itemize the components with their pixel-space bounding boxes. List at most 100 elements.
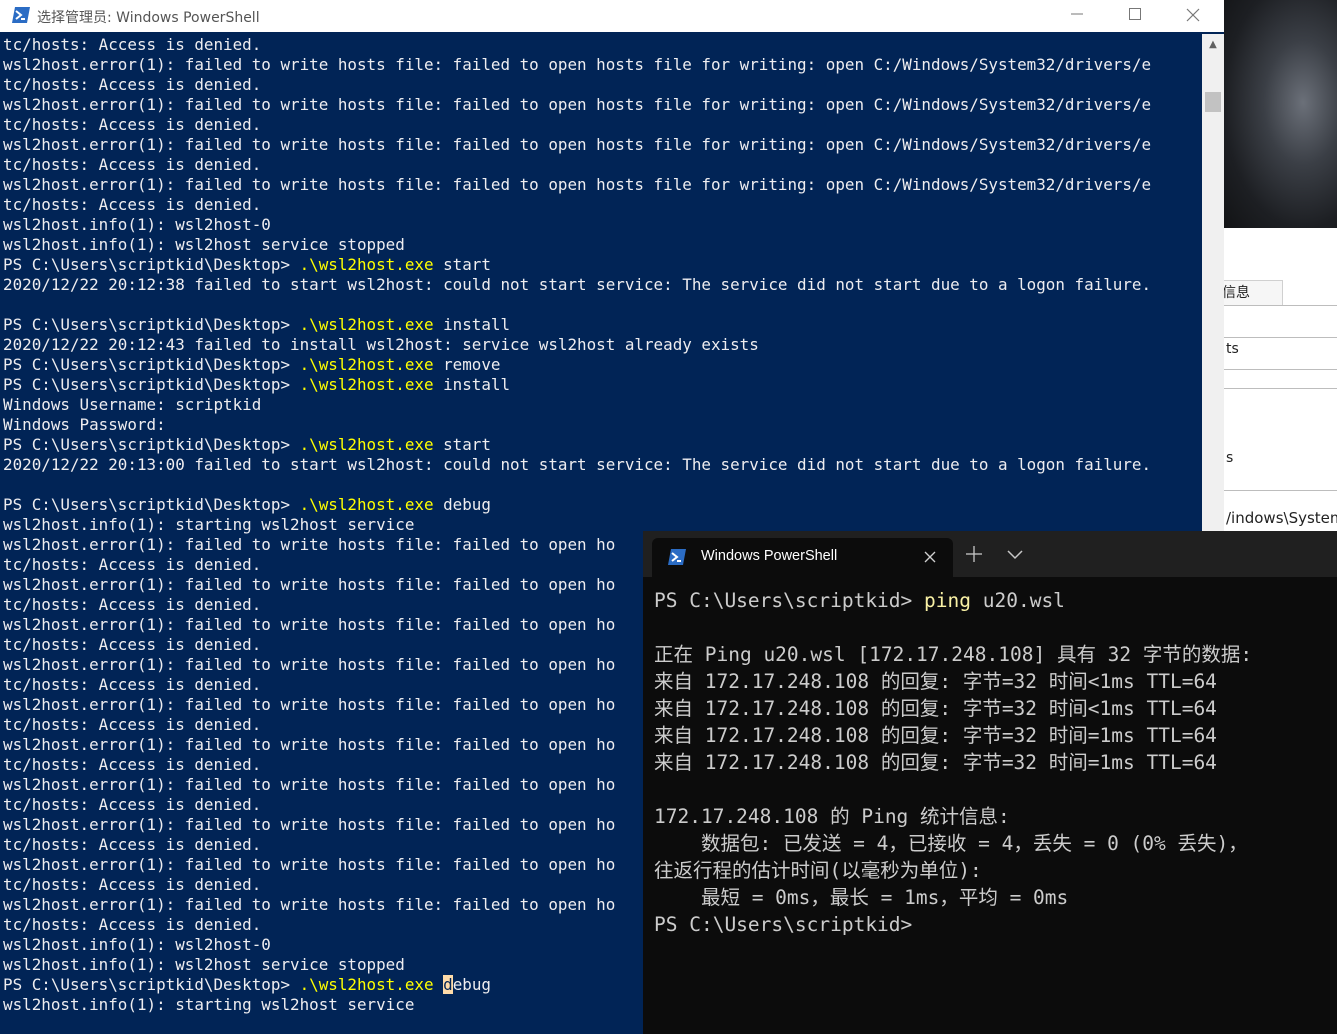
console-line: tc/hosts: Access is denied.: [3, 35, 261, 55]
console-line: wsl2host.info(1): wsl2host-0: [3, 215, 271, 235]
background-text-fragment: /indows\System: [1226, 509, 1337, 527]
windows-terminal-window: Windows PowerShell PS C:\Users\scriptkid…: [643, 531, 1337, 1034]
terminal-tab[interactable]: Windows PowerShell: [652, 538, 953, 577]
console-line: wsl2host.info(1): wsl2host service stopp…: [3, 955, 405, 975]
terminal-text: 来自 172.17.248.108 的回复: 字节=32 时间<1ms TTL=…: [654, 697, 1217, 720]
console-text: wsl2host.error(1): failed to write hosts…: [3, 135, 1152, 154]
console-line: PS C:\Users\scriptkid\Desktop> .\wsl2hos…: [3, 435, 491, 455]
console-text: wsl2host.info(1): wsl2host-0: [3, 215, 271, 234]
terminal-line: 来自 172.17.248.108 的回复: 字节=32 时间<1ms TTL=…: [654, 695, 1217, 722]
console-text: start: [433, 435, 491, 454]
close-tab-icon[interactable]: [922, 549, 938, 565]
console-text: tc/hosts: Access is denied.: [3, 35, 262, 54]
console-line: wsl2host.error(1): failed to write hosts…: [3, 55, 1151, 75]
console-text: PS C:\Users\scriptkid\Desktop>: [3, 975, 300, 994]
console-line: tc/hosts: Access is denied.: [3, 835, 261, 855]
background-tab[interactable]: 信息: [1224, 280, 1283, 306]
console-text: tc/hosts: Access is denied.: [3, 715, 262, 734]
console-line: wsl2host.error(1): failed to write hosts…: [3, 815, 615, 835]
console-line: wsl2host.info(1): wsl2host-0: [3, 935, 271, 955]
terminal-line: 172.17.248.108 的 Ping 统计信息:: [654, 803, 1010, 830]
window-title: 选择管理员: Windows PowerShell: [37, 10, 260, 26]
console-line: wsl2host.error(1): failed to write hosts…: [3, 655, 615, 675]
command-text: .\wsl2host.exe: [299, 355, 434, 374]
terminal-line: 来自 172.17.248.108 的回复: 字节=32 时间<1ms TTL=…: [654, 668, 1217, 695]
background-text-fragment: ts: [1226, 341, 1239, 357]
background-window: 信息 ts s /indows\System: [1224, 0, 1337, 534]
console-line: wsl2host.error(1): failed to write hosts…: [3, 135, 1151, 155]
terminal-tab-title: Windows PowerShell: [701, 548, 838, 564]
console-line: PS C:\Users\scriptkid\Desktop> .\wsl2hos…: [3, 375, 510, 395]
divider: [1224, 490, 1337, 491]
powershell-icon: [668, 549, 686, 565]
console-line: wsl2host.info(1): starting wsl2host serv…: [3, 995, 414, 1015]
console-line: 2020/12/22 20:12:43 failed to install ws…: [3, 335, 759, 355]
console-text: wsl2host.info(1): wsl2host service stopp…: [3, 235, 405, 254]
console-text: tc/hosts: Access is denied.: [3, 595, 262, 614]
close-icon: [1186, 8, 1200, 22]
console-line: wsl2host.info(1): wsl2host service stopp…: [3, 235, 405, 255]
maximize-button[interactable]: [1106, 0, 1164, 32]
console-line: Windows Password:: [3, 415, 166, 435]
scroll-up-icon[interactable]: ▲: [1202, 34, 1224, 56]
console-text: 2020/12/22 20:12:38 failed to start wsl2…: [3, 275, 1152, 294]
console-text: wsl2host.info(1): wsl2host service stopp…: [3, 955, 405, 974]
console-text: wsl2host.error(1): failed to write hosts…: [3, 575, 616, 594]
console-line: PS C:\Users\scriptkid\Desktop> .\wsl2hos…: [3, 255, 491, 275]
terminal-text: 往返行程的估计时间(以毫秒为单位):: [654, 859, 982, 882]
terminal-text: PS C:\Users\scriptkid>: [654, 913, 913, 936]
command-text: .\wsl2host.exe: [299, 495, 434, 514]
console-text: ebug: [452, 975, 491, 994]
terminal-text: 来自 172.17.248.108 的回复: 字节=32 时间<1ms TTL=…: [654, 670, 1217, 693]
console-text: wsl2host.error(1): failed to write hosts…: [3, 775, 616, 794]
console-line: tc/hosts: Access is denied.: [3, 875, 261, 895]
background-photo: [1224, 0, 1337, 228]
console-line: tc/hosts: Access is denied.: [3, 555, 261, 575]
console-text: wsl2host.error(1): failed to write hosts…: [3, 695, 616, 714]
command-text: .\wsl2host.exe: [299, 255, 434, 274]
console-text: PS C:\Users\scriptkid\Desktop>: [3, 375, 300, 394]
console-line: PS C:\Users\scriptkid\Desktop> .\wsl2hos…: [3, 975, 491, 995]
terminal-line: PS C:\Users\scriptkid> ping u20.wsl: [654, 587, 1065, 614]
console-text: PS C:\Users\scriptkid\Desktop>: [3, 495, 300, 514]
console-text: wsl2host.error(1): failed to write hosts…: [3, 655, 616, 674]
terminal-text: 正在 Ping u20.wsl [172.17.248.108] 具有 32 字…: [654, 643, 1253, 666]
terminal-text: 来自 172.17.248.108 的回复: 字节=32 时间=1ms TTL=…: [654, 724, 1217, 747]
console-text: tc/hosts: Access is denied.: [3, 835, 262, 854]
minimize-icon: [1071, 13, 1083, 15]
close-button[interactable]: [1164, 0, 1222, 32]
console-text: wsl2host.error(1): failed to write hosts…: [3, 855, 616, 874]
console-text: remove: [433, 355, 501, 374]
powershell-icon: [12, 7, 30, 23]
terminal-text: 数据包: 已发送 = 4，已接收 = 4，丢失 = 0 (0% 丢失)，: [654, 832, 1248, 855]
scrollbar-thumb[interactable]: [1205, 92, 1221, 112]
console-line: tc/hosts: Access is denied.: [3, 115, 261, 135]
terminal-line: 往返行程的估计时间(以毫秒为单位):: [654, 857, 982, 884]
terminal-text: u20.wsl: [971, 589, 1065, 612]
console-text: tc/hosts: Access is denied.: [3, 875, 262, 894]
console-text: tc/hosts: Access is denied.: [3, 115, 262, 134]
terminal-line: 数据包: 已发送 = 4，已接收 = 4，丢失 = 0 (0% 丢失)，: [654, 830, 1248, 857]
console-line: 2020/12/22 20:12:38 failed to start wsl2…: [3, 275, 1151, 295]
console-line: wsl2host.error(1): failed to write hosts…: [3, 895, 615, 915]
background-tab-label: 信息: [1224, 285, 1250, 301]
new-tab-icon[interactable]: [963, 543, 985, 565]
divider: [1224, 305, 1337, 306]
console-text: start: [433, 255, 491, 274]
chevron-down-icon[interactable]: [1005, 545, 1025, 563]
console-line: wsl2host.info(1): starting wsl2host serv…: [3, 515, 414, 535]
console-text: PS C:\Users\scriptkid\Desktop>: [3, 255, 300, 274]
console-line: tc/hosts: Access is denied.: [3, 635, 261, 655]
console-line: wsl2host.error(1): failed to write hosts…: [3, 535, 615, 555]
console-text: tc/hosts: Access is denied.: [3, 915, 262, 934]
maximize-icon: [1129, 8, 1141, 20]
console-text: wsl2host.info(1): starting wsl2host serv…: [3, 515, 415, 534]
console-text: Windows Username: scriptkid: [3, 395, 262, 414]
console-line: wsl2host.error(1): failed to write hosts…: [3, 615, 615, 635]
console-line: tc/hosts: Access is denied.: [3, 715, 261, 735]
terminal-text: PS C:\Users\scriptkid>: [654, 589, 925, 612]
console-line: wsl2host.error(1): failed to write hosts…: [3, 775, 615, 795]
title-bar[interactable]: 选择管理员: Windows PowerShell: [0, 0, 1224, 32]
minimize-button[interactable]: [1048, 0, 1106, 32]
terminal-console-output[interactable]: PS C:\Users\scriptkid> ping u20.wsl 正在 Pi…: [643, 577, 1337, 1034]
